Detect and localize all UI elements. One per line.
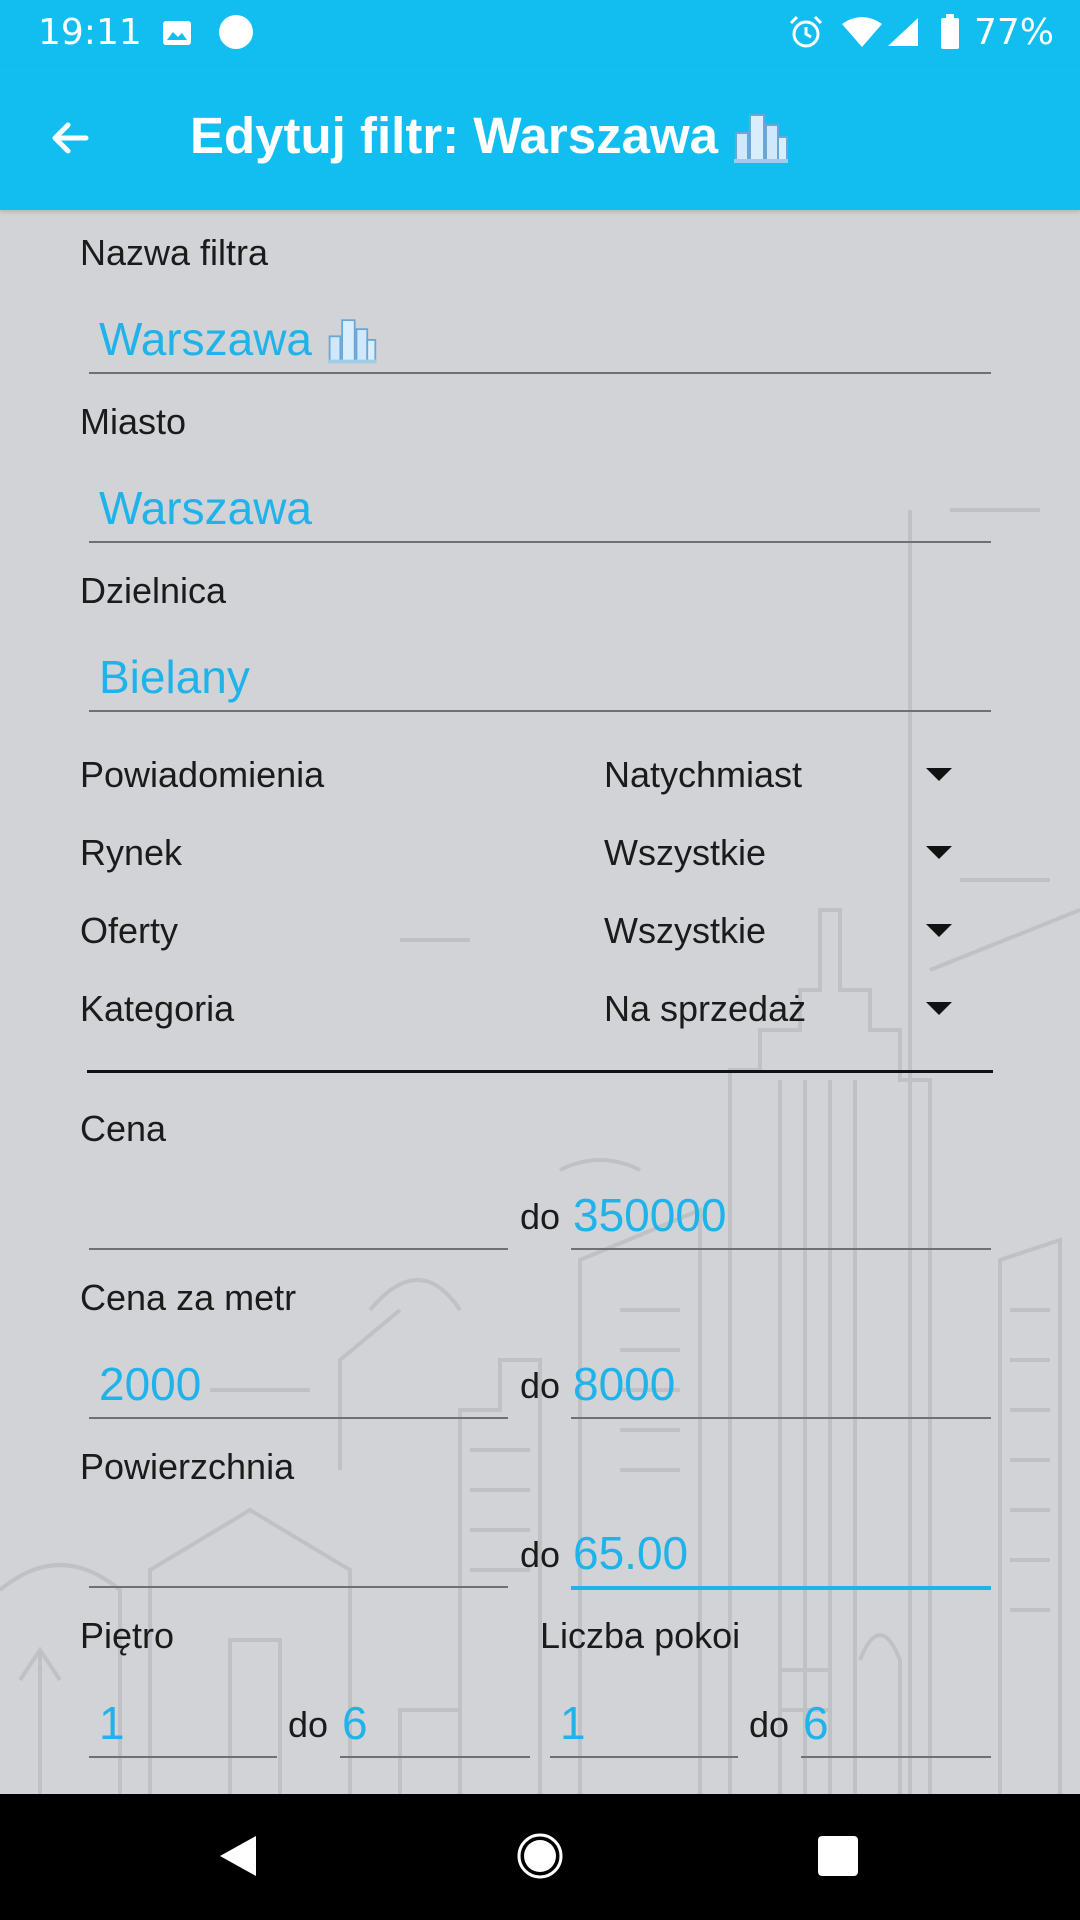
offers-value: Wszystkie bbox=[604, 910, 766, 951]
app-bar: Edytuj filtr: Warszawa bbox=[0, 66, 1080, 210]
status-time: 19:11 bbox=[38, 12, 142, 53]
alarm-icon bbox=[789, 15, 823, 48]
nav-recents-icon[interactable] bbox=[818, 1836, 858, 1876]
filter-name-label: Nazwa filtra bbox=[80, 232, 269, 273]
price-per-meter-to-value: 8000 bbox=[573, 1358, 676, 1410]
floor-to-field[interactable]: 6 bbox=[340, 1696, 530, 1758]
price-label: Cena bbox=[80, 1108, 167, 1149]
market-value: Wszystkie bbox=[604, 832, 766, 873]
nav-back-icon[interactable] bbox=[218, 1834, 258, 1878]
city-label: Miasto bbox=[80, 401, 187, 442]
floor-from-field[interactable]: 1 bbox=[89, 1696, 277, 1758]
battery-icon bbox=[941, 14, 959, 49]
rooms-to-field[interactable]: 6 bbox=[801, 1696, 991, 1758]
dropdown-arrow-icon bbox=[926, 846, 952, 859]
notifications-dropdown[interactable]: Natychmiast bbox=[604, 746, 964, 802]
notification-dot-icon bbox=[219, 15, 253, 49]
floor-to-label: do bbox=[288, 1704, 329, 1745]
floor-label: Piętro bbox=[80, 1615, 175, 1656]
rooms-from-value: 1 bbox=[560, 1697, 586, 1749]
area-to-field[interactable]: 65.00 bbox=[571, 1526, 991, 1590]
section-divider bbox=[87, 1070, 993, 1073]
filter-name-field[interactable]: Warszawa bbox=[89, 312, 991, 374]
back-arrow-icon[interactable] bbox=[46, 114, 94, 162]
category-dropdown[interactable]: Na sprzedaż bbox=[604, 980, 964, 1036]
nav-home-icon[interactable] bbox=[516, 1832, 564, 1880]
market-label: Rynek bbox=[80, 832, 183, 873]
battery-percent: 77% bbox=[974, 12, 1055, 53]
page-title-text: Edytuj filtr: Warszawa bbox=[190, 107, 719, 164]
offers-label: Oferty bbox=[80, 910, 179, 951]
page-title: Edytuj filtr: Warszawa bbox=[190, 106, 790, 165]
rooms-to-value: 6 bbox=[803, 1697, 829, 1749]
image-notification-icon bbox=[163, 21, 191, 45]
area-to-label: do bbox=[520, 1534, 561, 1575]
rooms-from-field[interactable]: 1 bbox=[550, 1696, 738, 1758]
offers-dropdown[interactable]: Wszystkie bbox=[604, 902, 964, 958]
area-label: Powierzchnia bbox=[80, 1446, 295, 1487]
floor-from-value: 1 bbox=[99, 1697, 125, 1749]
price-to-value: 350000 bbox=[573, 1189, 727, 1241]
dropdown-arrow-icon bbox=[926, 924, 952, 937]
city-value: Warszawa bbox=[99, 482, 312, 534]
market-dropdown[interactable]: Wszystkie bbox=[604, 824, 964, 880]
filter-name-value: Warszawa bbox=[99, 312, 378, 366]
price-per-meter-to-field[interactable]: 8000 bbox=[571, 1357, 991, 1419]
signal-icon bbox=[888, 18, 918, 46]
area-to-value: 65.00 bbox=[573, 1527, 689, 1579]
area-from-field[interactable] bbox=[89, 1526, 508, 1588]
category-label: Kategoria bbox=[80, 988, 235, 1029]
category-value: Na sprzedaż bbox=[604, 988, 807, 1029]
price-to-field[interactable]: 350000 bbox=[571, 1188, 991, 1250]
dropdown-arrow-icon bbox=[926, 768, 952, 781]
price-to-label: do bbox=[520, 1196, 561, 1237]
status-bar: 19:11 77% bbox=[0, 0, 1080, 66]
system-navigation-bar bbox=[0, 1794, 1080, 1920]
rooms-label: Liczba pokoi bbox=[540, 1615, 741, 1656]
floor-to-value: 6 bbox=[342, 1697, 368, 1749]
price-per-meter-label: Cena za metr bbox=[80, 1277, 297, 1318]
price-from-field[interactable] bbox=[89, 1188, 508, 1250]
price-per-meter-from-field[interactable]: 2000 bbox=[89, 1357, 508, 1419]
city-field[interactable]: Warszawa bbox=[89, 481, 991, 543]
district-value: Bielany bbox=[99, 651, 250, 703]
notifications-label: Powiadomienia bbox=[80, 754, 325, 795]
city-emoji-icon bbox=[327, 319, 377, 364]
district-label: Dzielnica bbox=[80, 570, 227, 611]
city-emoji-icon bbox=[734, 113, 789, 163]
price-per-meter-from-value: 2000 bbox=[99, 1358, 202, 1410]
price-per-meter-to-label: do bbox=[520, 1365, 561, 1406]
wifi-icon bbox=[842, 17, 882, 47]
district-field[interactable]: Bielany bbox=[89, 650, 991, 712]
notifications-value: Natychmiast bbox=[604, 754, 803, 795]
dropdown-arrow-icon bbox=[926, 1002, 952, 1015]
rooms-to-label: do bbox=[749, 1704, 790, 1745]
